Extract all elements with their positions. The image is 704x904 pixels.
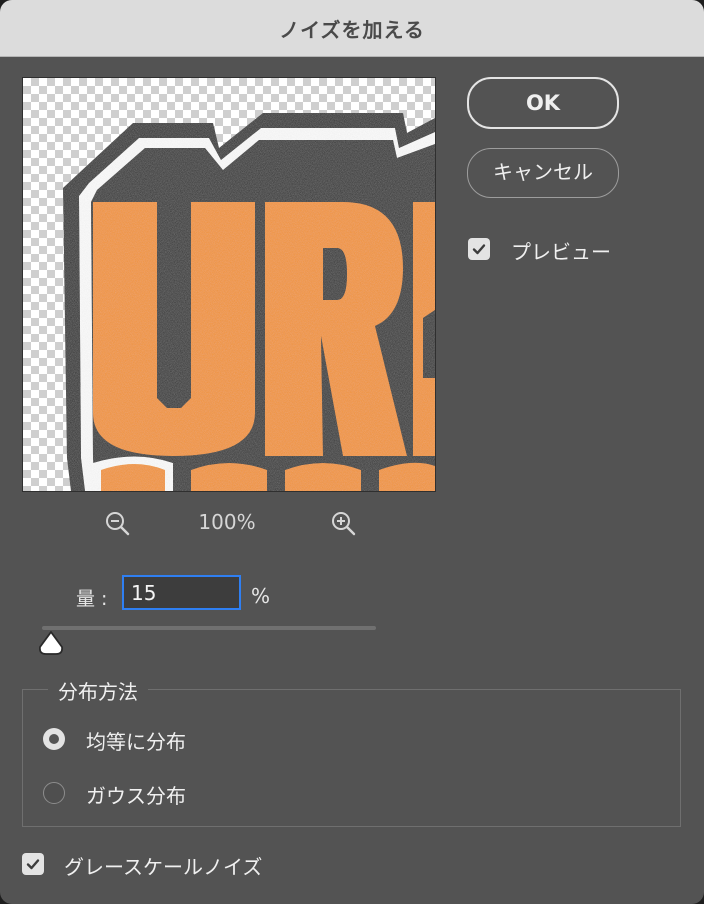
window-title: ノイズを加える	[279, 17, 425, 42]
distribution-title: 分布方法	[48, 676, 148, 705]
preview-canvas[interactable]	[22, 77, 436, 492]
zoom-level: 100%	[198, 510, 256, 534]
preview-artwork	[63, 113, 435, 491]
preview-label[interactable]: プレビュー	[511, 236, 611, 265]
zoom-controls: 100%	[100, 506, 370, 540]
amount-slider-track[interactable]	[42, 626, 376, 630]
uniform-label[interactable]: 均等に分布	[86, 726, 186, 755]
title-bar[interactable]: ノイズを加える	[0, 0, 704, 57]
amount-unit: %	[251, 584, 271, 608]
grayscale-label[interactable]: グレースケールノイズ	[64, 851, 262, 880]
gaussian-radio[interactable]	[43, 782, 65, 804]
zoom-out-icon[interactable]	[100, 506, 134, 540]
cancel-button[interactable]: キャンセル	[467, 148, 619, 198]
preview-checkbox[interactable]	[468, 238, 490, 260]
gaussian-label[interactable]: ガウス分布	[86, 780, 186, 809]
ok-button[interactable]: OK	[467, 77, 619, 129]
grayscale-checkbox[interactable]	[22, 853, 44, 875]
amount-label: 量 :	[76, 588, 108, 610]
checkmark-icon	[26, 859, 40, 870]
uniform-radio[interactable]	[43, 728, 65, 750]
amount-slider-thumb[interactable]	[37, 630, 65, 656]
amount-input[interactable]	[122, 575, 241, 610]
checkmark-icon	[472, 244, 486, 255]
noise-dialog: ノイズを加える 100% OK キャンセル プレビュー 量: 15 % 分布方…	[0, 0, 704, 904]
zoom-in-icon[interactable]	[326, 506, 360, 540]
